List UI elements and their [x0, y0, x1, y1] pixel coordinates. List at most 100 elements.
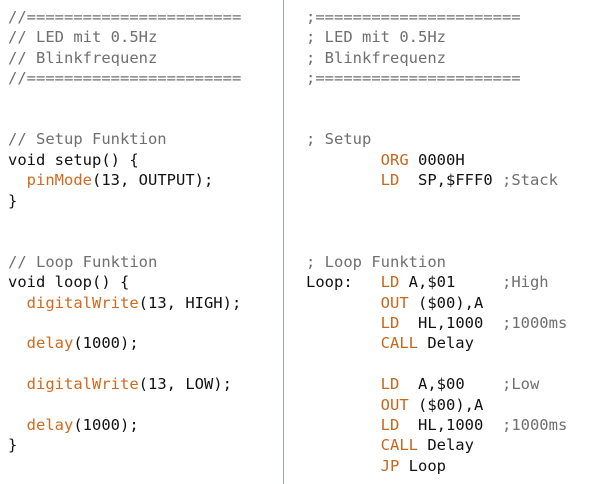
code-line: ;====================== [306, 7, 521, 27]
code-text: Loop [399, 456, 446, 475]
code-line: ; Loop Funktion [306, 252, 446, 272]
code-text: (1000); [73, 334, 139, 353]
code-text: } [8, 191, 18, 210]
code-line: Loop: LD A,$01 ;High [306, 272, 549, 292]
comment: // Loop Funktion [8, 252, 158, 271]
code-line: void loop() { [8, 272, 129, 292]
function-name: delay [26, 334, 74, 353]
opcode: LD [380, 314, 400, 332]
code-line: LD HL,1000 ;1000ms [306, 415, 568, 435]
code-text: setup() { [45, 150, 139, 169]
comment: ; LED mit 0.5Hz [306, 28, 446, 47]
opcode: LD [380, 273, 400, 292]
code-line: LD HL,1000 ;1000ms [306, 313, 568, 333]
comment: ;Stack [501, 171, 558, 190]
code-line: delay(1000); [8, 333, 139, 353]
comment: // Setup Funktion [8, 130, 167, 149]
code-line: } [8, 435, 17, 455]
code-text: (13, HIGH); [138, 293, 242, 312]
code-line: pinMode(13, OUTPUT); [8, 170, 214, 190]
code-line: LD A,$00 ;Low [306, 374, 540, 394]
comment: ; Setup [306, 130, 372, 149]
keyword: void [8, 150, 46, 169]
opcode: LD [380, 416, 400, 434]
comment: //======================= [8, 8, 242, 26]
opcode: CALL [380, 436, 418, 455]
code-text: Loop: [306, 273, 381, 292]
code-text: HL,1000 [399, 416, 502, 434]
opcode: OUT [380, 293, 409, 312]
function-name: delay [26, 416, 74, 434]
code-text: loop() { [45, 273, 130, 292]
code-line: // Setup Funktion [8, 129, 167, 149]
comment: ;====================== [306, 69, 521, 88]
keyword: void [8, 273, 46, 292]
function-name: digitalWrite [26, 375, 139, 394]
code-text: } [8, 436, 18, 455]
code-text: (13, LOW); [138, 375, 232, 394]
code-line: } [8, 191, 17, 211]
opcode: LD [380, 171, 400, 190]
comment: ;High [501, 273, 549, 292]
function-name: digitalWrite [26, 293, 139, 312]
code-text: ($00),A [408, 293, 484, 312]
opcode: CALL [380, 334, 418, 353]
code-line: //======================= [8, 68, 241, 88]
code-line: delay(1000); [8, 415, 139, 435]
comment: //======================= [8, 69, 242, 88]
comment: ; Blinkfrequenz [306, 48, 446, 67]
function-name: pinMode [26, 171, 92, 190]
code-line: // Loop Funktion [8, 252, 157, 272]
code-line: digitalWrite(13, LOW); [8, 374, 232, 394]
opcode: JP [380, 456, 400, 475]
code-line: CALL Delay [306, 435, 474, 455]
code-line: // Blinkfrequenz [8, 48, 157, 68]
code-line: ;====================== [306, 68, 521, 88]
code-line: OUT ($00),A [306, 395, 484, 415]
column-divider [283, 0, 284, 484]
code-line: OUT ($00),A [306, 293, 484, 313]
code-text: Delay [417, 436, 474, 455]
code-line: //======================= [8, 7, 241, 27]
comment: ;1000ms [501, 314, 568, 332]
code-line: ORG 0000H [306, 150, 465, 170]
comment: // Blinkfrequenz [8, 48, 158, 67]
opcode: ORG [380, 150, 409, 169]
code-text: (13, OUTPUT); [92, 171, 214, 190]
code-line: ; LED mit 0.5Hz [306, 27, 446, 47]
code-line: void setup() { [8, 150, 139, 170]
code-line: CALL Delay [306, 333, 474, 353]
comment: ;1000ms [501, 416, 568, 434]
code-line: JP Loop [306, 456, 446, 476]
code-line: ; Blinkfrequenz [306, 48, 446, 68]
code-text: A,$01 [399, 273, 502, 292]
code-text: HL,1000 [399, 314, 502, 332]
code-line: digitalWrite(13, HIGH); [8, 293, 242, 313]
code-text: (1000); [73, 416, 139, 434]
comment: ; Loop Funktion [306, 252, 446, 271]
opcode: LD [380, 375, 400, 394]
code-line: ; Setup [306, 129, 371, 149]
code-text: 0000H [408, 150, 465, 169]
comment: ;Low [501, 375, 540, 394]
opcode: OUT [380, 395, 409, 414]
code-text: A,$00 [399, 375, 502, 394]
code-line: // LED mit 0.5Hz [8, 27, 157, 47]
code-text: Delay [417, 334, 474, 353]
code-line: LD SP,$FFF0 ;Stack [306, 170, 558, 190]
code-text: SP,$FFF0 [399, 171, 502, 190]
comment: // LED mit 0.5Hz [8, 28, 158, 47]
